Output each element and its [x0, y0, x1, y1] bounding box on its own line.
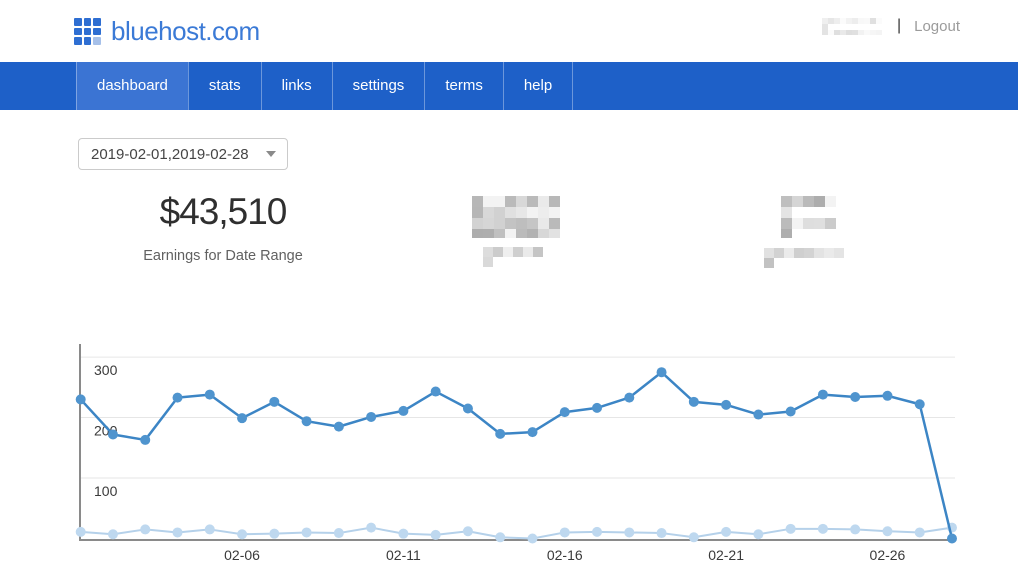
x-tick-label-02-26: 02-26	[870, 547, 906, 563]
light-blue-series-point-02-15	[527, 534, 537, 544]
light-blue-series-point-02-03	[140, 524, 150, 534]
dark-blue-series-point-02-25	[850, 392, 860, 402]
light-blue-series-point-02-01	[76, 527, 86, 537]
x-tick-label-02-11: 02-11	[386, 547, 421, 563]
header: bluehost.com | Logout	[0, 0, 1018, 62]
x-tick-label-02-16: 02-16	[547, 547, 583, 563]
light-blue-series-point-02-16	[560, 527, 570, 537]
dark-blue-series-point-02-08	[302, 416, 312, 426]
earnings-label: Earnings for Date Range	[98, 248, 348, 264]
nav-tabs: dashboardstatslinkssettingstermshelp	[76, 62, 1018, 110]
tab-links[interactable]: links	[261, 62, 332, 110]
bluehost-grid-icon	[74, 18, 101, 45]
tab-settings[interactable]: settings	[332, 62, 425, 110]
main-nav: dashboardstatslinkssettingstermshelp	[0, 62, 1018, 110]
logout-link[interactable]: Logout	[914, 18, 960, 35]
chevron-down-icon	[266, 151, 276, 157]
tab-terms[interactable]: terms	[424, 62, 503, 110]
dark-blue-series-point-02-10	[366, 412, 376, 422]
light-blue-series-point-02-05	[205, 524, 215, 534]
earnings-value: $43,510	[98, 191, 348, 233]
light-blue-series-point-02-22	[753, 529, 763, 539]
dark-blue-series-point-02-05	[205, 390, 215, 400]
light-blue-series-point-02-12	[431, 530, 441, 540]
light-blue-series-point-02-08	[302, 527, 312, 537]
light-blue-series-point-02-14	[495, 532, 505, 542]
x-tick-label-02-21: 02-21	[708, 547, 744, 563]
x-tick-label-02-06: 02-06	[224, 547, 260, 563]
date-range-value: 2019-02-01,2019-02-28	[91, 146, 249, 163]
stat2-value-redacted	[472, 196, 560, 238]
earnings-stat: $43,510 Earnings for Date Range	[98, 191, 348, 264]
dark-blue-series-point-02-15	[527, 427, 537, 437]
light-blue-series-point-02-17	[592, 527, 602, 537]
dark-blue-series-point-02-24	[818, 390, 828, 400]
header-right: | Logout	[822, 17, 960, 35]
light-blue-series-point-02-18	[624, 527, 634, 537]
stat3-value-redacted	[781, 196, 839, 238]
y-tick-label-300: 300	[94, 362, 118, 378]
dark-blue-series-point-02-09	[334, 422, 344, 432]
username-redacted	[822, 18, 884, 35]
light-blue-series-point-02-06	[237, 529, 247, 539]
logo-text: bluehost.com	[111, 16, 260, 47]
dark-blue-series-point-02-22	[753, 410, 763, 420]
dark-blue-series-point-02-01	[76, 394, 86, 404]
dark-blue-series-point-02-27	[915, 399, 925, 409]
dark-blue-series-point-02-19	[657, 367, 667, 377]
tab-help[interactable]: help	[503, 62, 573, 110]
dark-blue-series-point-02-04	[173, 393, 183, 403]
stat2-label-redacted	[483, 247, 550, 267]
dark-blue-series-point-02-13	[463, 403, 473, 413]
header-separator: |	[897, 17, 901, 35]
tab-stats[interactable]: stats	[188, 62, 261, 110]
dark-blue-series-point-02-17	[592, 403, 602, 413]
dark-blue-series-point-02-18	[624, 393, 634, 403]
dark-blue-series-point-02-21	[721, 400, 731, 410]
dark-blue-series-point-02-03	[140, 435, 150, 445]
light-blue-series-point-02-07	[269, 529, 279, 539]
light-blue-series-point-02-24	[818, 524, 828, 534]
light-blue-series-point-02-27	[915, 527, 925, 537]
dark-blue-series-point-02-07	[269, 397, 279, 407]
light-blue-series-point-02-13	[463, 526, 473, 536]
y-tick-label-100: 100	[94, 483, 118, 499]
light-blue-series-point-02-20	[689, 532, 699, 542]
dark-blue-series-point-02-23	[786, 407, 796, 417]
dark-blue-series-point-02-20	[689, 397, 699, 407]
light-blue-series-point-02-02	[108, 529, 118, 539]
light-blue-series-point-02-25	[850, 524, 860, 534]
dark-blue-series-point-02-14	[495, 429, 505, 439]
dark-blue-series-point-02-02	[108, 429, 118, 439]
stat3-label-redacted	[764, 248, 848, 268]
dark-blue-series-point-02-11	[398, 406, 408, 416]
light-blue-series-point-02-21	[721, 527, 731, 537]
dark-blue-series-point-02-28	[947, 534, 957, 544]
tab-dashboard[interactable]: dashboard	[76, 62, 188, 110]
light-blue-series-point-02-26	[882, 526, 892, 536]
dark-blue-series-point-02-12	[431, 387, 441, 397]
light-blue-series-point-02-10	[366, 523, 376, 533]
light-blue-series-point-02-04	[173, 527, 183, 537]
light-blue-series-point-02-23	[786, 524, 796, 534]
bluehost-logo[interactable]: bluehost.com	[74, 16, 260, 47]
light-blue-series-point-02-11	[398, 529, 408, 539]
light-blue-series-point-02-09	[334, 528, 344, 538]
light-blue-series-point-02-19	[657, 528, 667, 538]
dark-blue-series-point-02-16	[560, 407, 570, 417]
earnings-line-chart: 10020030002-0602-1102-1602-2102-26	[0, 330, 1018, 573]
dark-blue-series-point-02-06	[237, 413, 247, 423]
dark-blue-series-point-02-26	[882, 391, 892, 401]
date-range-dropdown[interactable]: 2019-02-01,2019-02-28	[78, 138, 288, 170]
